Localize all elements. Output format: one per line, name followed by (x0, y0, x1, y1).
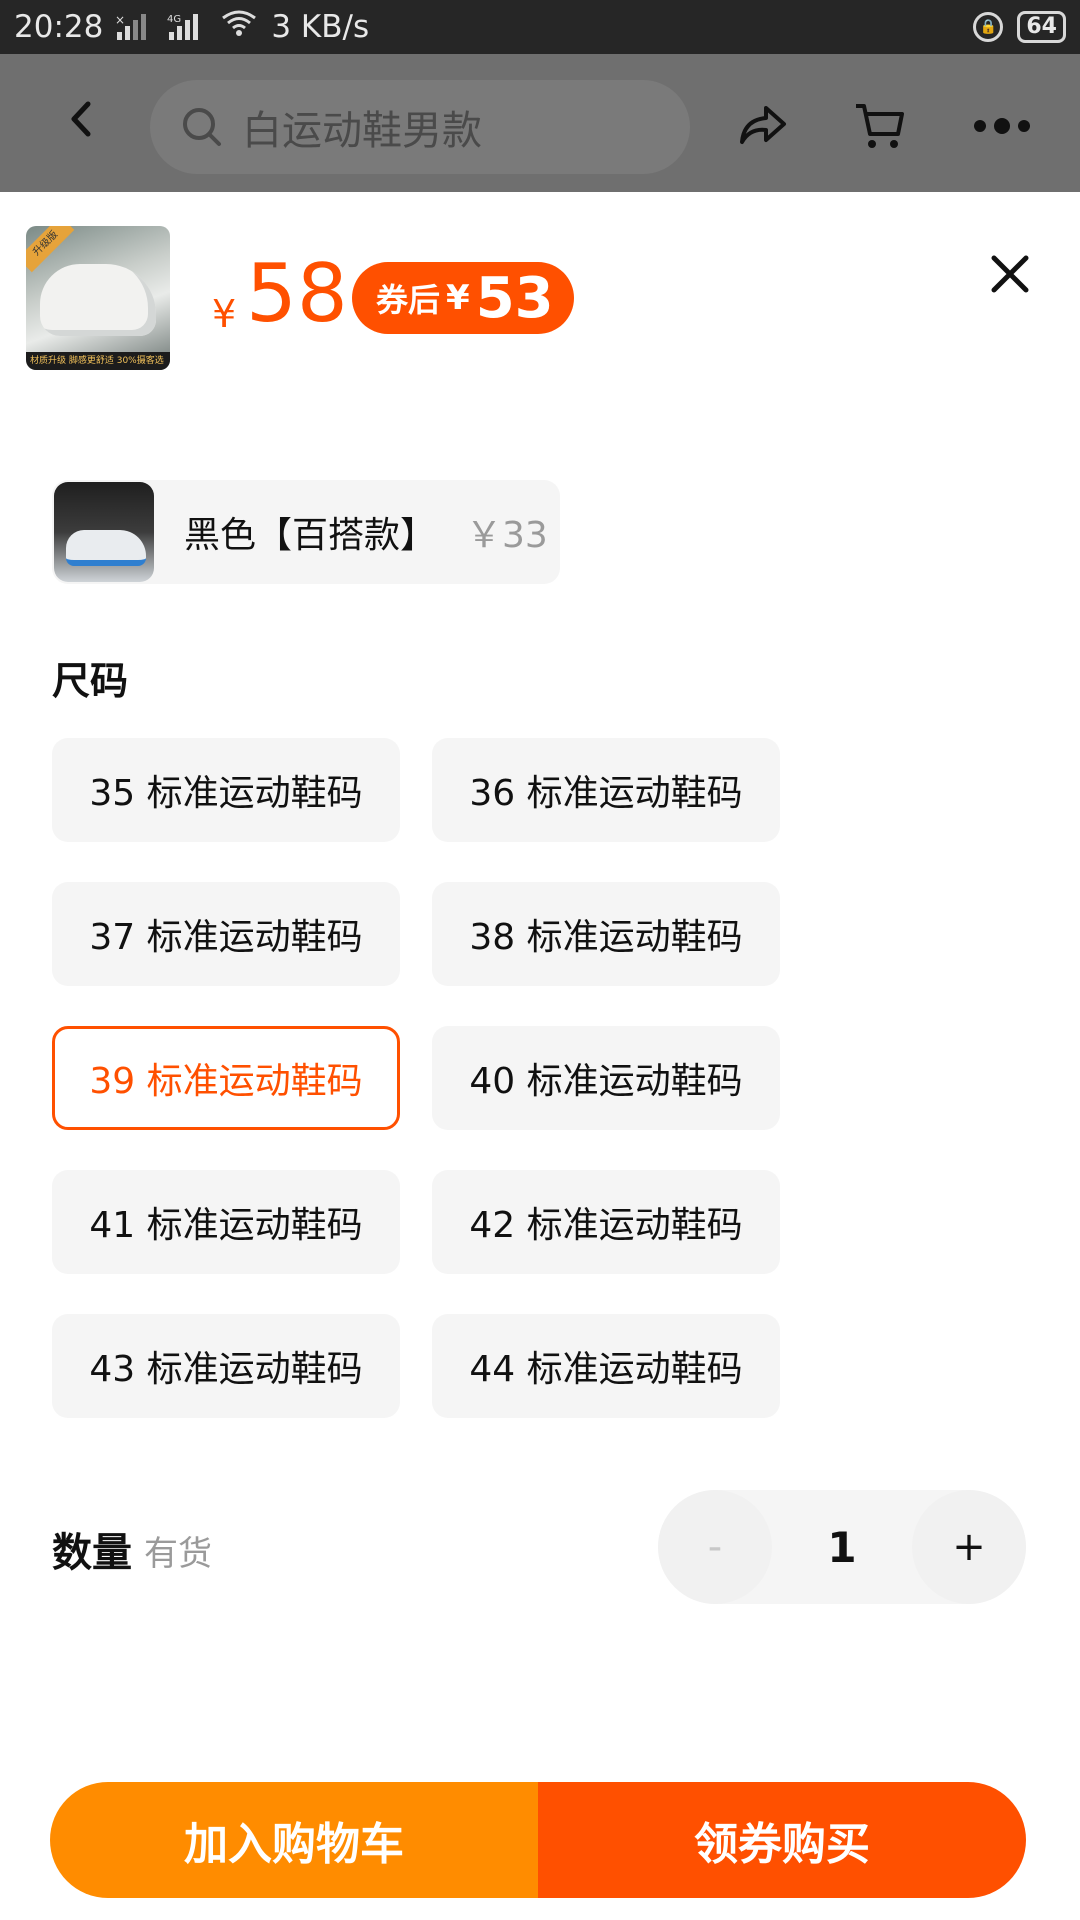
color-name: 黑色【百搭款】 (184, 515, 437, 556)
size-option-42[interactable]: 42 标准运动鞋码 (432, 1170, 780, 1274)
svg-text:×: × (115, 13, 125, 27)
coupon-price: 53 (475, 265, 554, 331)
quantity-value[interactable]: 1 (827, 1523, 856, 1572)
more-button[interactable] (972, 98, 1032, 154)
size-section-title: 尺码 (52, 659, 129, 703)
quantity-label: 数量 (52, 1530, 132, 1576)
coupon-currency: ¥ (446, 278, 470, 318)
cart-icon (856, 104, 904, 148)
size-options: 35 标准运动鞋码 36 标准运动鞋码 37 标准运动鞋码 38 标准运动鞋码 … (52, 738, 852, 1418)
coupon-label: 券后 (376, 281, 441, 319)
more-icon (974, 118, 1030, 134)
status-time: 20:28 (14, 9, 104, 45)
size-option-41[interactable]: 41 标准运动鞋码 (52, 1170, 400, 1274)
add-to-cart-button[interactable]: 加入购物车 (50, 1782, 538, 1898)
price: 58 (246, 247, 348, 340)
coupon-price-badge: 券后 ¥ 53 (352, 262, 574, 334)
search-input[interactable]: 白运动鞋男款 (150, 80, 690, 174)
close-icon (991, 255, 1029, 293)
size-option-35[interactable]: 35 标准运动鞋码 (52, 738, 400, 842)
signal-icon: × (115, 12, 155, 42)
size-option-39-selected[interactable]: 39 标准运动鞋码 (52, 1026, 400, 1130)
buy-with-coupon-button[interactable]: 领券购买 (538, 1782, 1026, 1898)
close-button[interactable] (984, 248, 1036, 300)
rotation-lock-icon: 🔒 (973, 12, 1004, 42)
increase-button[interactable]: + (911, 1490, 1026, 1604)
size-option-44[interactable]: 44 标准运动鞋码 (432, 1314, 780, 1418)
size-option-40[interactable]: 40 标准运动鞋码 (432, 1026, 780, 1130)
product-thumbnail[interactable]: 升级版 材质升级 脚感更舒适 30%摄客选 (26, 226, 170, 370)
signal-4g-icon: 4G (167, 12, 207, 42)
sku-sheet: 升级版 材质升级 脚感更舒适 30%摄客选 ¥ 58 券后 ¥ 53 黑色【百搭… (0, 192, 1080, 1920)
top-nav: 白运动鞋男款 (0, 54, 1080, 192)
size-option-38[interactable]: 38 标准运动鞋码 (432, 882, 780, 986)
svg-text:4G: 4G (167, 14, 181, 25)
share-button[interactable] (734, 98, 790, 154)
status-bar: 20:28 × 4G 3 KB/s 🔒 64 (0, 0, 1080, 54)
color-thumbnail (54, 482, 154, 582)
color-option[interactable]: 黑色【百搭款】 ￥33 (52, 480, 560, 584)
battery-level: 64 (1017, 11, 1066, 43)
share-icon (740, 106, 786, 144)
decrease-button[interactable]: - (658, 1490, 772, 1604)
search-placeholder: 白运动鞋男款 (242, 108, 482, 154)
back-button[interactable] (58, 94, 108, 144)
size-option-43[interactable]: 43 标准运动鞋码 (52, 1314, 400, 1418)
stock-status: 有货 (144, 1534, 212, 1574)
size-option-36[interactable]: 36 标准运动鞋码 (432, 738, 780, 842)
price-currency: ¥ (212, 292, 237, 336)
thumb-strip: 材质升级 脚感更舒适 30%摄客选 (26, 352, 170, 370)
shoe-image (40, 264, 156, 336)
size-option-37[interactable]: 37 标准运动鞋码 (52, 882, 400, 986)
cart-button[interactable] (852, 98, 908, 154)
wifi-icon (219, 8, 259, 46)
color-price: ￥33 (466, 515, 548, 556)
quantity-stepper: - 1 + (658, 1490, 1026, 1604)
action-bar: 加入购物车 领券购买 (50, 1782, 1026, 1898)
search-icon (180, 105, 224, 149)
network-speed: 3 KB/s (271, 9, 370, 45)
chevron-left-icon (71, 101, 91, 137)
